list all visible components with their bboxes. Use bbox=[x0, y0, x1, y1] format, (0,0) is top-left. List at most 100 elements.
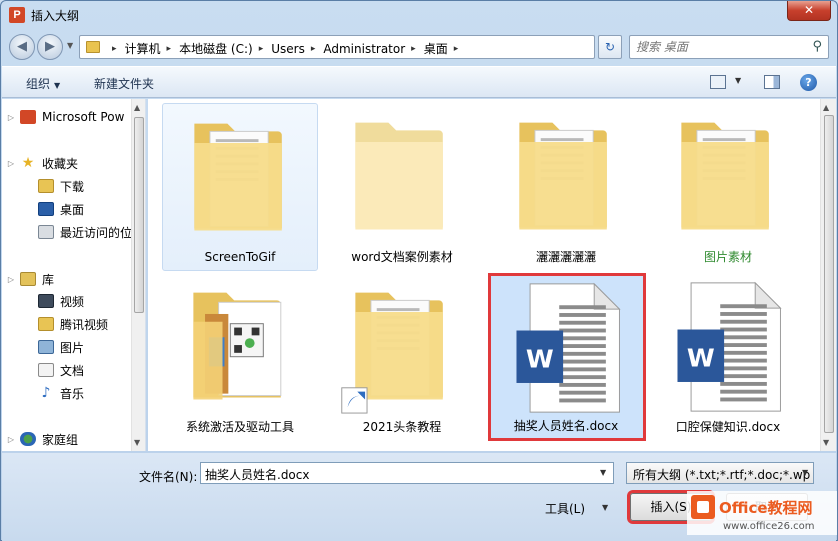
chevron-down-icon[interactable]: ▼ bbox=[802, 468, 808, 477]
insert-button[interactable]: 插入(S) bbox=[630, 493, 712, 521]
forward-button[interactable]: ▶ bbox=[37, 34, 63, 60]
expand-arrow-icon[interactable]: ▷ bbox=[2, 435, 20, 444]
search-icon[interactable]: ⚲ bbox=[812, 39, 822, 54]
refresh-icon: ↻ bbox=[604, 40, 616, 54]
file-name-label: ScreenToGif bbox=[204, 250, 276, 264]
breadcrumb-separator-icon[interactable]: ▸ bbox=[411, 44, 416, 54]
refresh-button[interactable]: ↻ bbox=[598, 35, 622, 59]
filename-history-dropdown[interactable]: ▼ bbox=[600, 468, 606, 477]
breadcrumb-separator-icon[interactable]: ▸ bbox=[454, 44, 459, 54]
file-name-label: 口腔保健知识.docx bbox=[675, 420, 781, 434]
file-name-label: word文档案例素材 bbox=[351, 250, 453, 264]
recent-places-icon bbox=[38, 225, 54, 239]
recent-locations-dropdown[interactable]: ▼ bbox=[67, 41, 73, 50]
address-bar[interactable]: ▸ 计算机 ▸ 本地磁盘 (C:) ▸ Users ▸ Administrator ▸ 桌面 ▸ bbox=[79, 35, 595, 59]
scroll-down-icon[interactable]: ▼ bbox=[134, 438, 140, 447]
file-item[interactable]: 图片素材 bbox=[650, 103, 806, 271]
folder-icon bbox=[666, 109, 790, 245]
file-item[interactable]: ScreenToGif bbox=[162, 103, 318, 271]
search-box[interactable]: ⚲ bbox=[629, 35, 829, 59]
window-title: 插入大纲 bbox=[31, 9, 80, 23]
breadcrumb-separator-icon[interactable]: ▸ bbox=[311, 44, 316, 54]
arrow-right-icon: ▶ bbox=[45, 39, 55, 54]
sidebar-item-label: 下载 bbox=[60, 179, 85, 194]
breadcrumb-item[interactable]: 桌面 bbox=[424, 40, 448, 57]
organize-label: 组织 bbox=[26, 77, 51, 91]
organize-menu[interactable]: 组织 ▼ bbox=[26, 75, 60, 92]
address-row: ◀ ▶ ▼ ▸ 计算机 ▸ 本地磁盘 (C:) ▸ Users ▸ Administrator… bbox=[1, 31, 837, 63]
star-icon: ★ bbox=[21, 155, 35, 171]
sidebar-item-label: Microsoft Pow bbox=[42, 110, 125, 124]
sidebar-item[interactable]: 视频 bbox=[20, 291, 84, 311]
breadcrumb-item[interactable]: Administrator bbox=[323, 42, 405, 56]
svg-text:W: W bbox=[687, 343, 715, 372]
navigation-pane: ▷ Microsoft Pow ▷ ★ 收藏夹 下载 桌面 最近访问的位 ▷ 库视频 腾讯视频 图片文… bbox=[2, 99, 146, 451]
file-name-label: 图片素材 bbox=[703, 250, 752, 264]
file-name-label: 抽奖人员姓名.docx bbox=[513, 419, 619, 433]
sidebar-item[interactable]: ▷ ★ 收藏夹 bbox=[2, 153, 78, 173]
file-type-select[interactable]: 所有大纲 (*.txt;*.rtf;*.doc;*.wp bbox=[626, 462, 814, 484]
insert-outline-dialog: P 插入大纲 ✕ ◀ ▶ ▼ ▸ 计算机 ▸ 本地磁盘 (C:) ▸ Users ▸ Admi… bbox=[0, 0, 838, 541]
chevron-down-icon[interactable]: ▼ bbox=[602, 503, 608, 512]
file-name-label: 系统激活及驱动工具 bbox=[185, 420, 294, 434]
sidebar-item-label: 视频 bbox=[60, 294, 85, 309]
powerpoint-app-icon: P bbox=[9, 7, 25, 23]
breadcrumb-item[interactable]: 本地磁盘 (C:) bbox=[179, 40, 253, 57]
sidebar-item[interactable]: ♪ 音乐 bbox=[20, 383, 84, 403]
tools-button[interactable]: 工具(L) bbox=[545, 500, 585, 517]
file-item[interactable]: word文档案例素材 bbox=[324, 103, 480, 271]
sidebar-item[interactable]: 下载 bbox=[20, 176, 84, 196]
sidebar-item[interactable]: 最近访问的位 bbox=[20, 222, 132, 242]
music-icon: ♪ bbox=[41, 385, 51, 401]
arrow-left-icon: ◀ bbox=[17, 39, 27, 54]
expand-arrow-icon[interactable]: ▷ bbox=[2, 159, 20, 168]
back-button[interactable]: ◀ bbox=[9, 34, 35, 60]
expand-arrow-icon[interactable]: ▷ bbox=[2, 275, 20, 284]
scroll-up-icon[interactable]: ▲ bbox=[134, 103, 140, 112]
breadcrumb-separator-icon[interactable]: ▸ bbox=[112, 44, 117, 54]
change-view-icon[interactable] bbox=[710, 75, 726, 89]
filename-field[interactable]: 抽奖人员姓名.docx bbox=[200, 462, 614, 484]
sidebar-item[interactable]: 图片 bbox=[20, 337, 84, 357]
folder-icon bbox=[340, 109, 464, 245]
breadcrumb: ▸ 计算机 ▸ 本地磁盘 (C:) ▸ Users ▸ Administrator ▸ 桌面 ▸ bbox=[106, 40, 466, 57]
file-item[interactable]: W 抽奖人员姓名.docx bbox=[488, 273, 644, 441]
search-input[interactable] bbox=[634, 38, 804, 56]
dialog-footer: 文件名(N): 抽奖人员姓名.docx ▼ 所有大纲 (*.txt;*.rtf;… bbox=[2, 453, 836, 541]
file-item[interactable]: 灑灑灑灑灑 bbox=[488, 103, 644, 271]
title-bar[interactable]: P 插入大纲 ✕ bbox=[1, 1, 837, 29]
file-item[interactable]: W 口腔保健知识.docx bbox=[650, 273, 806, 441]
expand-arrow-icon[interactable]: ▷ bbox=[2, 113, 20, 122]
help-icon[interactable]: ? bbox=[800, 74, 817, 91]
sidebar-item[interactable]: 桌面 bbox=[20, 199, 84, 219]
sidebar-item-label: 库 bbox=[42, 272, 55, 287]
word-document-icon: W bbox=[505, 280, 629, 416]
file-item[interactable]: 系统激活及驱动工具 bbox=[162, 273, 318, 441]
breadcrumb-item[interactable]: Users bbox=[271, 42, 305, 56]
sidebar-item[interactable]: 文档 bbox=[20, 360, 84, 380]
view-options-dropdown[interactable]: ▼ bbox=[735, 76, 741, 85]
sidebar-item[interactable]: ▷ 库 bbox=[2, 269, 54, 289]
file-item[interactable]: 2021头条教程 bbox=[324, 273, 480, 441]
scrollbar-thumb[interactable] bbox=[824, 115, 834, 433]
sidebar-item[interactable]: ▷ 家庭组 bbox=[2, 429, 78, 449]
breadcrumb-separator-icon[interactable]: ▸ bbox=[259, 44, 264, 54]
navigation-pane-scrollbar[interactable]: ▲ ▼ bbox=[131, 99, 145, 451]
new-folder-button[interactable]: 新建文件夹 bbox=[94, 75, 154, 92]
sidebar-item[interactable]: 腾讯视频 bbox=[20, 314, 108, 334]
scroll-up-icon[interactable]: ▲ bbox=[823, 103, 829, 112]
cancel-button[interactable]: 取消 bbox=[726, 493, 808, 521]
chevron-down-icon: ▼ bbox=[54, 81, 61, 90]
scrollbar-thumb[interactable] bbox=[134, 117, 144, 313]
file-name-label: 2021头条教程 bbox=[362, 420, 442, 434]
breadcrumb-separator-icon[interactable]: ▸ bbox=[167, 44, 172, 54]
breadcrumb-item[interactable]: 计算机 bbox=[125, 40, 161, 57]
preview-pane-icon[interactable] bbox=[764, 75, 780, 89]
scroll-down-icon[interactable]: ▼ bbox=[823, 438, 829, 447]
sidebar-item[interactable]: ▷ Microsoft Pow bbox=[2, 107, 124, 127]
command-bar: 组织 ▼ 新建文件夹 ▼ ? bbox=[2, 66, 836, 98]
close-button[interactable]: ✕ bbox=[787, 1, 831, 21]
video-icon bbox=[38, 294, 54, 308]
file-list-scrollbar[interactable]: ▲ ▼ bbox=[820, 99, 836, 451]
folder-icon bbox=[178, 279, 302, 415]
